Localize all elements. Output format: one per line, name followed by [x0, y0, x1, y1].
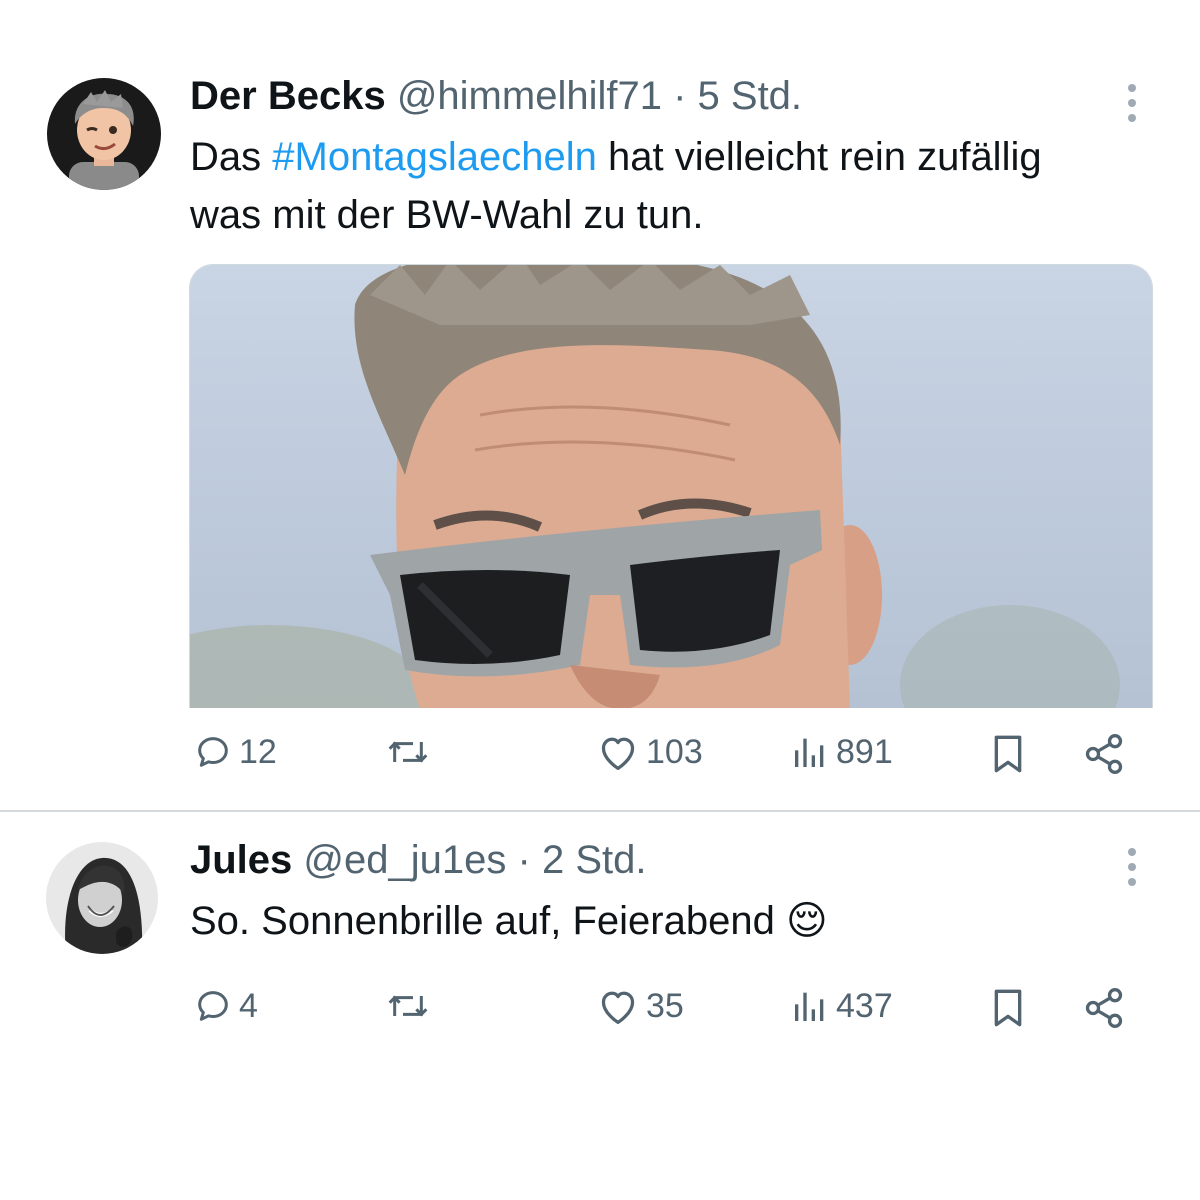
- author-name[interactable]: Der Becks: [190, 74, 386, 118]
- retweet-button[interactable]: [386, 732, 436, 772]
- hashtag-link[interactable]: #Montagslaecheln: [272, 135, 597, 179]
- reply-button[interactable]: 4: [193, 986, 258, 1026]
- tweet-header: Der Becks @himmelhilf71 · 5 Std.: [190, 72, 802, 120]
- avatar-memoji-image: [47, 78, 161, 190]
- heart-icon: [601, 737, 635, 770]
- tweet-text: Das #Montagslaecheln hat vielleicht rein…: [190, 128, 1090, 244]
- header-separator: ·: [517, 838, 531, 882]
- reply-icon: [198, 991, 228, 1021]
- like-count: 103: [646, 733, 703, 771]
- share-icon: [1085, 988, 1123, 1028]
- tweet-text-start: Das: [190, 135, 273, 179]
- tweet-text: So. Sonnenbrille auf, Feierabend 😌: [190, 892, 1090, 950]
- like-count: 35: [646, 987, 684, 1025]
- share-button[interactable]: [1082, 732, 1126, 776]
- views-icon: [795, 992, 824, 1021]
- views-count: 437: [836, 987, 893, 1025]
- bookmark-button[interactable]: [988, 986, 1028, 1030]
- heart-icon: [601, 991, 635, 1024]
- avatar-photo: [46, 842, 158, 954]
- timestamp[interactable]: 5 Std.: [698, 74, 803, 118]
- more-icon: [1128, 848, 1136, 856]
- retweet-button[interactable]: [386, 986, 436, 1026]
- bookmark-button[interactable]: [988, 732, 1028, 776]
- more-icon-dot: [1128, 114, 1136, 122]
- share-icon: [1085, 734, 1123, 774]
- retweet-icon: [388, 995, 428, 1017]
- more-icon-dot: [1128, 878, 1136, 886]
- reply-button[interactable]: 12: [193, 732, 277, 772]
- more-icon-dot: [1128, 863, 1136, 871]
- more-options-button[interactable]: [1126, 848, 1138, 886]
- avatar[interactable]: [46, 842, 158, 954]
- retweet-icon: [388, 741, 428, 763]
- bookmark-icon: [994, 989, 1022, 1027]
- like-button[interactable]: 103: [596, 732, 703, 772]
- views-button[interactable]: 891: [790, 732, 893, 772]
- views-button[interactable]: 437: [790, 986, 893, 1026]
- like-button[interactable]: 35: [596, 986, 684, 1026]
- tweet-text-body: So. Sonnenbrille auf, Feierabend: [190, 899, 775, 943]
- reply-count: 12: [239, 733, 277, 771]
- tweet-header: Jules @ed_ju1es · 2 Std.: [190, 836, 646, 884]
- views-count: 891: [836, 733, 893, 771]
- header-separator: ·: [673, 74, 687, 118]
- author-handle[interactable]: @ed_ju1es: [303, 838, 506, 882]
- relieved-face-emoji: 😌: [785, 898, 828, 944]
- more-icon: [1128, 84, 1136, 92]
- tweet-actions: 12 103 891: [0, 730, 1200, 782]
- tweet-der-becks[interactable]: Der Becks @himmelhilf71 · 5 Std. Das #Mo…: [0, 0, 1200, 810]
- reply-count: 4: [239, 987, 258, 1025]
- more-icon-dot: [1128, 99, 1136, 107]
- tweet-jules[interactable]: Jules @ed_ju1es · 2 Std. So. Sonnenbrill…: [0, 812, 1200, 1072]
- views-icon: [795, 738, 824, 767]
- timestamp[interactable]: 2 Std.: [542, 838, 647, 882]
- sunglasses-man-photo: [190, 265, 1152, 708]
- share-button[interactable]: [1082, 986, 1126, 1030]
- tweet-photo[interactable]: [189, 264, 1153, 708]
- author-name[interactable]: Jules: [190, 838, 292, 882]
- tweet-actions: 4 35 437: [0, 984, 1200, 1036]
- reply-icon: [198, 737, 228, 767]
- avatar[interactable]: [47, 78, 161, 190]
- more-options-button[interactable]: [1126, 84, 1138, 122]
- author-handle[interactable]: @himmelhilf71: [397, 74, 662, 118]
- bookmark-icon: [994, 735, 1022, 773]
